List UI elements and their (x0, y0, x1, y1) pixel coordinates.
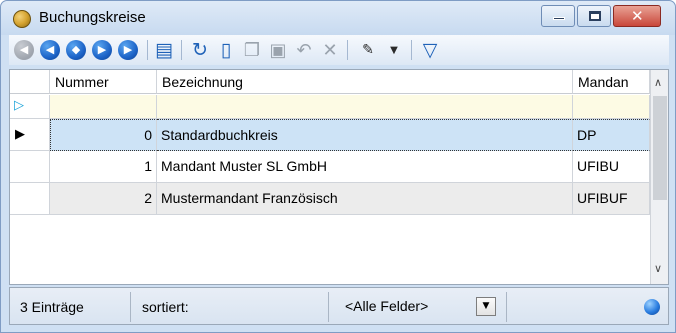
column-header-mandant[interactable]: Mandan (573, 70, 650, 94)
sort-label: sortiert: (142, 299, 189, 315)
filter-icon: ▽ (422, 39, 438, 61)
mandant-cell[interactable]: UFIBU (573, 151, 650, 183)
refresh-button[interactable]: ↻ (189, 39, 211, 61)
row-indicator: ▶ (10, 119, 50, 151)
status-bar: 3 Einträge sortiert: <Alle Felder> ▼ (9, 287, 669, 325)
window-title: Buchungskreise (39, 9, 146, 26)
new-row-mandant-cell[interactable] (573, 95, 650, 119)
nummer-cell[interactable]: 0 (50, 119, 157, 151)
mandant-cell[interactable]: DP (573, 119, 650, 151)
close-button[interactable]: ✕ (613, 5, 661, 27)
new-record-icon: ▯ (220, 39, 232, 61)
row-header-corner (10, 70, 50, 94)
new-row-arrow-icon: ▷ (14, 98, 24, 113)
status-separator (328, 292, 329, 322)
form-view-icon: ▤ (155, 39, 173, 61)
previous-record-button[interactable]: ◀ (39, 39, 61, 61)
form-view-button[interactable]: ▤ (153, 39, 175, 61)
undo-button[interactable]: ↶ (293, 39, 315, 61)
scroll-up-icon[interactable]: ∧ (654, 76, 662, 89)
previous-record-icon: ◀ (40, 40, 60, 60)
toolbar-separator (181, 40, 182, 60)
new-row-nummer-cell[interactable] (50, 95, 157, 119)
scrollbar-thumb[interactable] (653, 96, 667, 200)
go-to-record-button[interactable]: ◆ (65, 39, 87, 61)
status-separator (506, 292, 507, 322)
nummer-cell[interactable]: 1 (50, 151, 157, 183)
maximize-button[interactable] (577, 5, 611, 27)
toolbar-separator (347, 40, 348, 60)
tools-icon: ✎ (362, 42, 374, 58)
column-header-bezeichnung[interactable]: Bezeichnung (157, 70, 573, 94)
toolbar: ◀ ◀ ◆ ▶ ▶ ▤ ↻ ▯ ❐ ▣ ↶ ✕ ✎ ▼ ▽ (9, 35, 669, 65)
field-filter-select[interactable]: <Alle Felder> (335, 294, 497, 318)
data-grid[interactable]: Nummer Bezeichnung Mandan ▷ ▶ 0 Standard… (9, 69, 669, 285)
title-bar[interactable]: Buchungskreise ✕ (1, 1, 675, 35)
record-count: 3 Einträge (20, 299, 84, 315)
tools-button[interactable]: ✎ (357, 39, 379, 61)
column-header-nummer[interactable]: Nummer (50, 70, 157, 94)
app-icon (13, 10, 31, 28)
go-to-record-icon: ◆ (66, 40, 86, 60)
table-row[interactable]: ▶ 0 Standardbuchkreis DP (10, 119, 650, 151)
buchungskreise-window: Buchungskreise ✕ ◀ ◀ ◆ ▶ ▶ ▤ ↻ ▯ ❐ ▣ ↶ ✕… (0, 0, 676, 333)
row-indicator (10, 151, 50, 183)
bezeichnung-cell[interactable]: Mustermandant Französisch (157, 183, 573, 215)
scroll-down-icon[interactable]: ∨ (654, 262, 662, 275)
search-icon[interactable] (644, 299, 660, 315)
field-filter-dropdown-button[interactable]: ▼ (476, 297, 496, 316)
vertical-scrollbar[interactable]: ∧ ∨ (650, 70, 668, 284)
row-indicator (10, 183, 50, 215)
toolbar-separator (411, 40, 412, 60)
refresh-icon: ↻ (192, 39, 208, 61)
maximize-icon (589, 11, 601, 21)
first-record-icon: ◀ (14, 40, 34, 60)
nummer-cell[interactable]: 2 (50, 183, 157, 215)
undo-icon: ↶ (296, 39, 312, 61)
table-row[interactable]: 1 Mandant Muster SL GmbH UFIBU (10, 151, 650, 183)
delete-icon: ✕ (322, 39, 338, 61)
last-record-button[interactable]: ▶ (117, 39, 139, 61)
minimize-icon (553, 17, 565, 20)
new-record-button[interactable]: ▯ (215, 39, 237, 61)
mandant-cell[interactable]: UFIBUF (573, 183, 650, 215)
tools-dropdown[interactable]: ▼ (383, 39, 405, 61)
chevron-down-icon: ▼ (390, 44, 398, 56)
minimize-button[interactable] (541, 5, 575, 27)
first-record-button[interactable]: ◀ (13, 39, 35, 61)
delete-button[interactable]: ✕ (319, 39, 341, 61)
next-record-button[interactable]: ▶ (91, 39, 113, 61)
toolbar-separator (147, 40, 148, 60)
table-row[interactable]: 2 Mustermandant Französisch UFIBUF (10, 183, 650, 215)
save-button[interactable]: ▣ (267, 39, 289, 61)
copy-record-button[interactable]: ❐ (241, 39, 263, 61)
save-icon: ▣ (269, 39, 287, 61)
new-row-bezeichnung-cell[interactable] (157, 95, 573, 119)
new-row-indicator: ▷ (10, 95, 50, 119)
chevron-down-icon: ▼ (482, 301, 490, 311)
last-record-icon: ▶ (118, 40, 138, 60)
filter-button[interactable]: ▽ (419, 39, 441, 61)
next-record-icon: ▶ (92, 40, 112, 60)
bezeichnung-cell[interactable]: Mandant Muster SL GmbH (157, 151, 573, 183)
copy-record-icon: ❐ (243, 39, 261, 61)
status-separator (130, 292, 131, 322)
current-row-arrow-icon: ▶ (15, 127, 25, 142)
bezeichnung-cell[interactable]: Standardbuchkreis (157, 119, 573, 151)
close-icon: ✕ (631, 7, 644, 25)
